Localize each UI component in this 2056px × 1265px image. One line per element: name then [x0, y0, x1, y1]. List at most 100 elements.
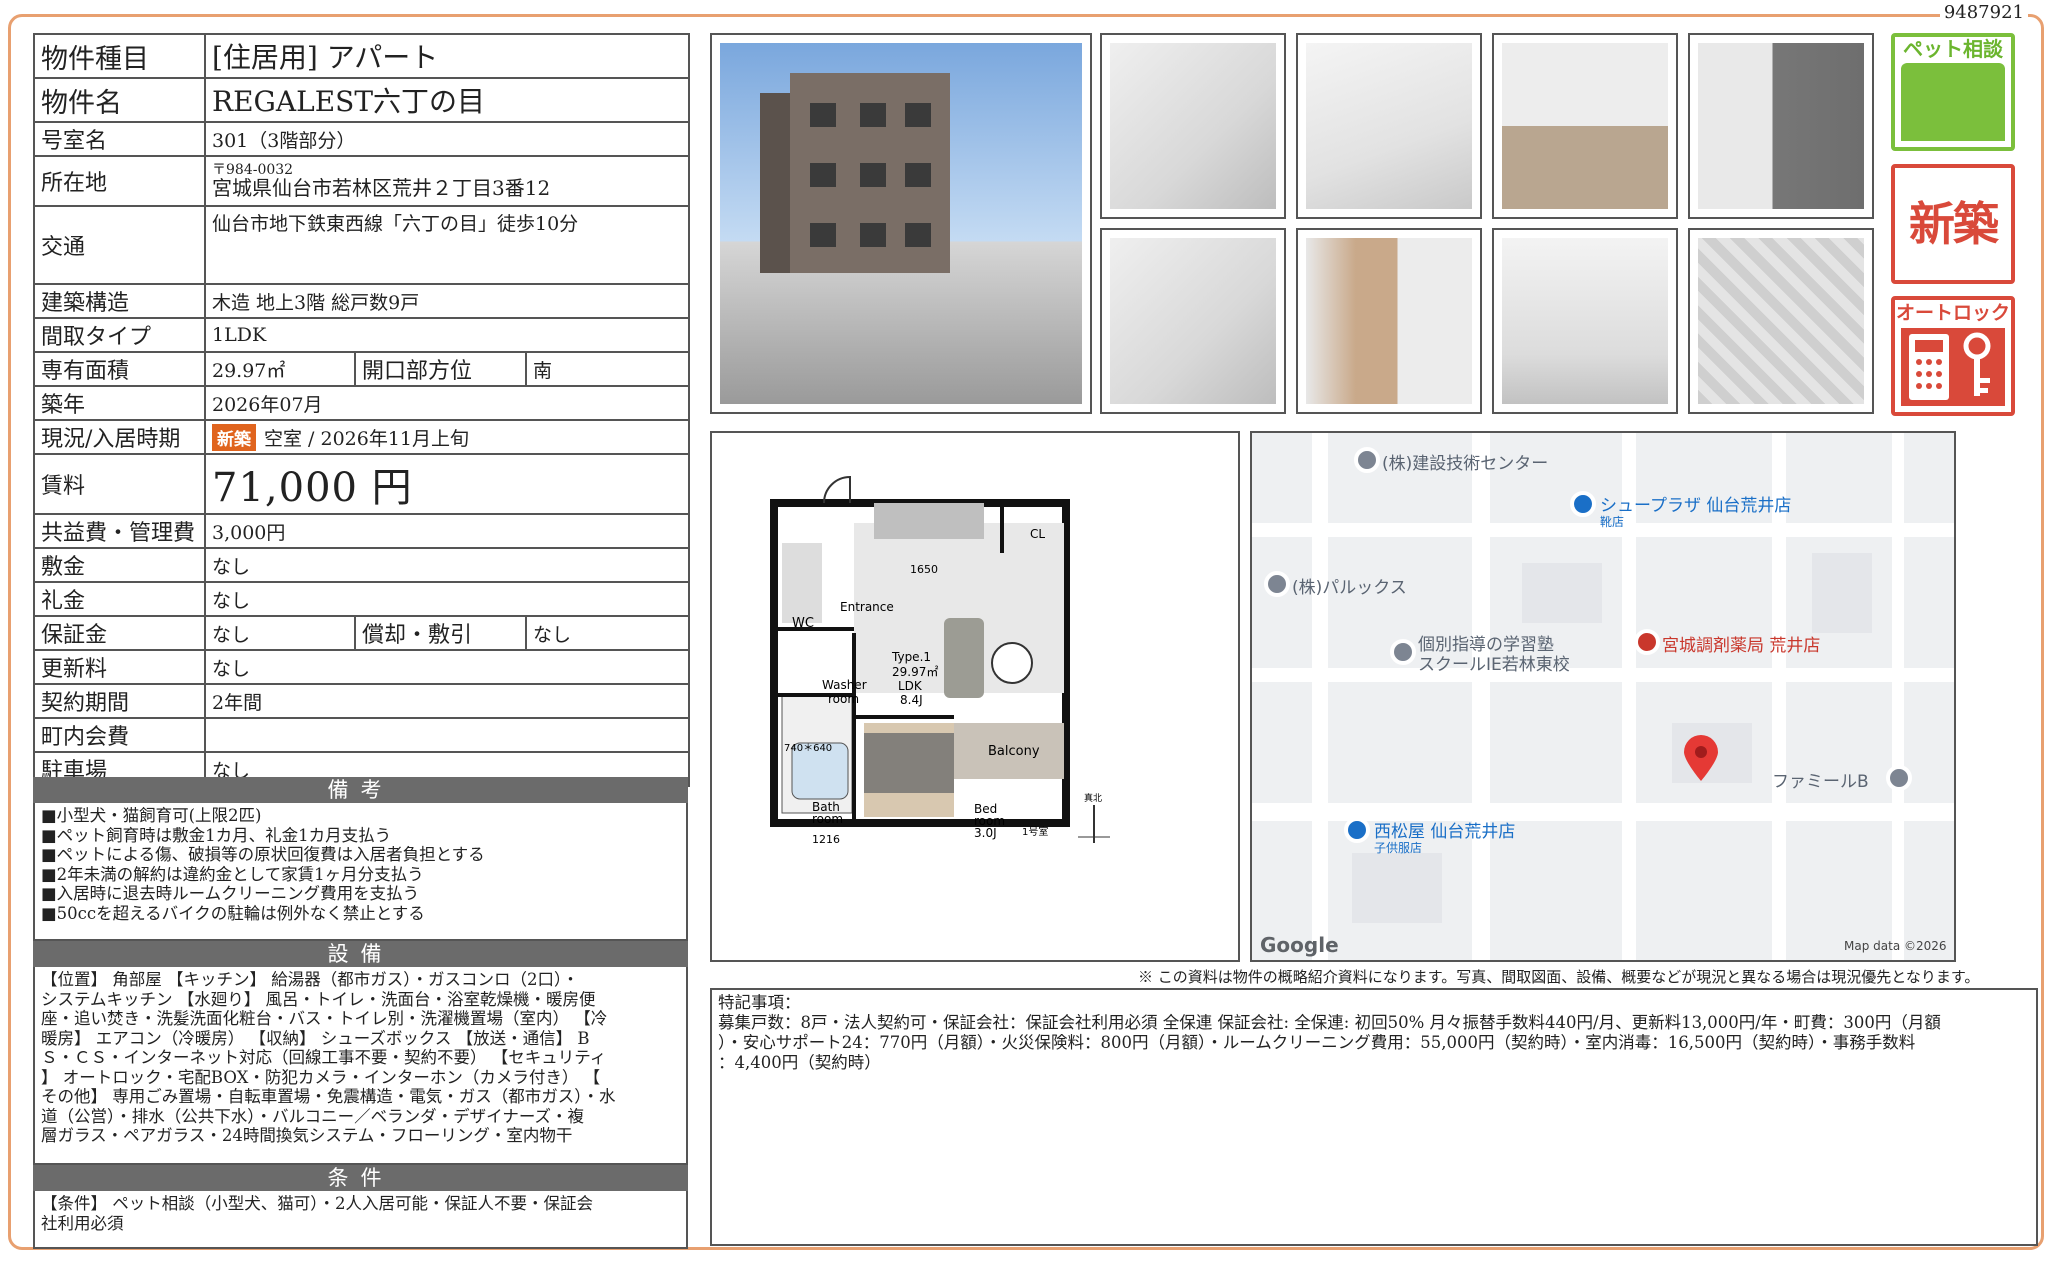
value-address: 〒984-0032 宮城県仙台市若林区荒井２丁目3番12 — [203, 155, 691, 207]
address-text: 宮城県仙台市若林区荒井２丁目3番12 — [212, 176, 551, 200]
value-layout: 1LDK — [203, 317, 691, 353]
property-location-pin-icon — [1684, 735, 1718, 781]
shopping-pin-icon — [1344, 817, 1370, 843]
remarks-heading: 備考 — [33, 777, 688, 803]
label-room: 号室名 — [33, 121, 206, 157]
equipment-line: 層ガラス・ペアガラス・24時間換気システム・フローリング・室内物干 — [41, 1126, 573, 1145]
exterior-photo-image — [720, 43, 1082, 404]
plan-label-wc: WC — [792, 616, 814, 631]
label-orientation: 開口部方位 — [354, 351, 527, 387]
room-photo-3[interactable] — [1688, 33, 1874, 219]
remark-line: ■50ccを超えるバイクの駐輪は例外なく禁止とする — [41, 903, 425, 923]
row-neighborhood: 町内会費 — [33, 717, 691, 753]
row-guarantee: 保証金 なし 償却・敷引 なし — [33, 615, 691, 651]
row-type: 物件種目 [住居用] アパート — [33, 33, 691, 79]
remark-line: ■2年未満の解約は違約金として家賃1ヶ月分支払う — [41, 864, 424, 884]
document-id: 9487921 — [1939, 2, 2028, 23]
equipment-line: 【位置】 角部屋 【キッチン】 給湯器（都市ガス）・ガスコンロ（2口）・ — [41, 970, 579, 989]
remark-line: ■ペットによる傷、破損等の原状回復費は入居者負担とする — [41, 845, 485, 864]
status-text: 空室 / 2026年11月上旬 — [264, 427, 470, 450]
equipment-line: 暖房】 エアコン（冷暖房） 【収納】 シューズボックス 【放送・通信】 B — [41, 1028, 590, 1048]
row-built: 築年 2026年07月 — [33, 385, 691, 421]
plan-label-ldk: LDK — [898, 679, 923, 693]
row-transport: 交通 仙台市地下鉄東西線「六丁の目」徒歩10分 — [33, 205, 691, 285]
remark-line: ■ペット飼育時は敷金1カ月、礼金1カ月支払う — [41, 825, 392, 845]
value-orientation: 南 — [524, 351, 691, 387]
row-area: 専有面積 29.97㎡ 開口部方位 南 — [33, 351, 691, 387]
place-pin-icon — [1354, 447, 1380, 473]
plan-label-width: 1650 — [910, 563, 938, 576]
plan-label-type: Type.1 — [891, 650, 931, 664]
floor-plan[interactable]: CL 1650 Entrance WC Type.1 29.97㎡ LDK 8.… — [710, 431, 1240, 962]
exterior-photo[interactable] — [710, 33, 1092, 414]
pharmacy-pin-icon — [1634, 629, 1660, 655]
pet-silhouette-icon — [1901, 63, 2005, 141]
keypad-key-icon — [1901, 328, 2005, 406]
value-transport: 仙台市地下鉄東西線「六丁の目」徒歩10分 — [203, 205, 691, 285]
value-neighborhood — [203, 717, 691, 753]
plan-label-bed-size: 3.0J — [974, 826, 997, 840]
value-contract: 2年間 — [203, 683, 691, 719]
location-map[interactable]: (株)建設技術センター シュープラザ 仙台荒井店 靴店 (株)パルックス 個別指導… — [1250, 431, 1956, 962]
remark-line: ■小型犬・猫飼育可(上限2匹) — [41, 806, 262, 825]
school-pin-icon — [1390, 639, 1416, 665]
label-rent: 賃料 — [33, 453, 206, 515]
conditions-heading: 条件 — [33, 1165, 688, 1191]
condition-line: 社利用必須 — [41, 1213, 124, 1233]
value-guarantee: なし — [204, 615, 356, 651]
value-amortization: なし — [524, 615, 691, 651]
room-photo-2[interactable] — [1296, 33, 1482, 219]
building-front — [790, 73, 950, 273]
kitchen-photo[interactable] — [1492, 33, 1678, 219]
special-line: 募集戸数：8戸・法人契約可・保証会社：保証会社利用必須 全保連 保証会社: 全保… — [718, 1013, 1941, 1032]
equipment-body: 【位置】 角部屋 【キッチン】 給湯器（都市ガス）・ガスコンロ（2口）・ システ… — [33, 967, 688, 1165]
row-key-money: 礼金 なし — [33, 581, 691, 617]
map-credit: Map data ©2026 — [1844, 939, 1947, 953]
property-info-table: 物件種目 [住居用] アパート 物件名 REGALEST六丁の目 号室名 301… — [33, 33, 691, 787]
equipment-line: システムキッチン 【水廻り】 風呂・トイレ・洗面台・浴室乾燥機・暖房便 — [41, 989, 596, 1009]
bathroom-photo[interactable] — [1492, 228, 1678, 414]
equipment-line: 道（公営）・排水（公共下水）・バルコニー／ベランダ・デザイナーズ・複 — [41, 1106, 585, 1126]
equipment-line: 座・追い焚き・洗髪洗面化粧台・バス・トイレ別・洗濯機置場（室内） 【冷 — [41, 1009, 608, 1028]
toilet-photo[interactable] — [1688, 228, 1874, 414]
auto-lock-icon: オートロック — [1891, 296, 2015, 416]
map-label: (株)パルックス — [1292, 578, 1407, 598]
label-structure: 建築構造 — [33, 283, 206, 319]
closet-photo[interactable] — [1100, 228, 1286, 414]
special-notes: 特記事項： 募集戸数：8戸・法人契約可・保証会社：保証会社利用必須 全保連 保証… — [710, 988, 2038, 1246]
row-renewal: 更新料 なし — [33, 649, 691, 685]
plan-label-north: 真北 — [1084, 792, 1102, 804]
new-build-icon: 新築 — [1891, 164, 2015, 284]
google-logo: Google — [1260, 933, 1339, 957]
place-pin-icon — [1264, 571, 1290, 597]
value-key-money: なし — [203, 581, 691, 617]
disclaimer-notice: ※ この資料は物件の概略紹介資料になります。写真、間取図面、設備、概要などが現況… — [1138, 968, 1980, 986]
label-layout: 間取タイプ — [33, 317, 206, 353]
room-photo-1[interactable] — [1100, 33, 1286, 219]
label-guarantee: 保証金 — [33, 615, 206, 651]
row-name: 物件名 REGALEST六丁の目 — [33, 77, 691, 123]
special-notes-title: 特記事項： — [718, 993, 801, 1012]
row-rent: 賃料 71,000 円 — [33, 453, 691, 515]
map-label: シュープラザ 仙台荒井店 靴店 — [1600, 496, 1792, 529]
plan-label-balcony: Balcony — [988, 744, 1040, 759]
label-contract: 契約期間 — [33, 683, 206, 719]
shopping-pin-icon — [1570, 491, 1596, 517]
equipment-line: Ｓ・ＣＳ・インターネット対応（回線工事不要・契約不要） 【セキュリティ — [41, 1048, 607, 1067]
equipment-line: その他】 専用ごみ置場・自転車置場・免震構造・電気・ガス（都市ガス）・水 — [41, 1087, 616, 1106]
label-renewal: 更新料 — [33, 649, 206, 685]
map-label: 西松屋 仙台荒井店 子供服店 — [1374, 822, 1516, 855]
washroom-photo[interactable] — [1296, 228, 1482, 414]
label-address: 所在地 — [33, 155, 206, 207]
pet-negotiable-icon: ペット相談 — [1891, 33, 2015, 151]
map-label: (株)建設技術センター — [1382, 454, 1549, 474]
map-label: 宮城調剤薬局 荒井店 — [1662, 636, 1821, 656]
remarks-body: ■小型犬・猫飼育可(上限2匹) ■ペット飼育時は敷金1カ月、礼金1カ月支払う ■… — [33, 803, 688, 941]
row-room: 号室名 301（3階部分） — [33, 121, 691, 157]
value-structure: 木造 地上3階 総戸数9戸 — [203, 283, 691, 319]
value-built: 2026年07月 — [203, 385, 691, 421]
plan-label-washer-room: room — [828, 692, 859, 706]
equipment-heading: 設備 — [33, 941, 688, 967]
row-deposit: 敷金 なし — [33, 547, 691, 583]
plan-label-bath-room: room — [812, 812, 843, 826]
